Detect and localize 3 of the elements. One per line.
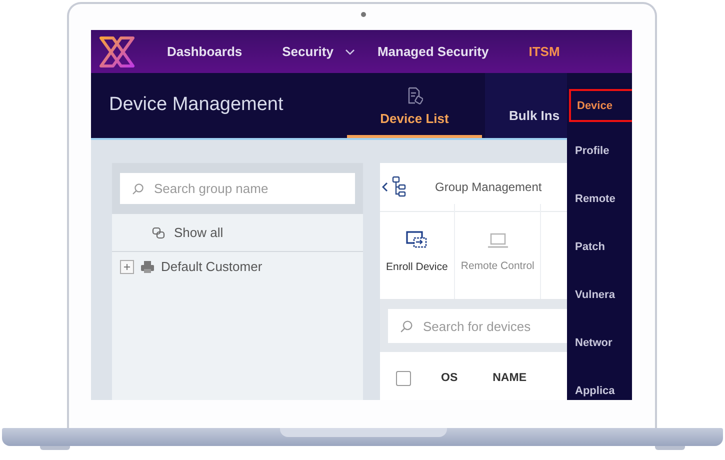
page-title: Device Management bbox=[109, 94, 284, 116]
column-header: NAME bbox=[492, 372, 526, 384]
column-header: OS bbox=[441, 372, 458, 384]
